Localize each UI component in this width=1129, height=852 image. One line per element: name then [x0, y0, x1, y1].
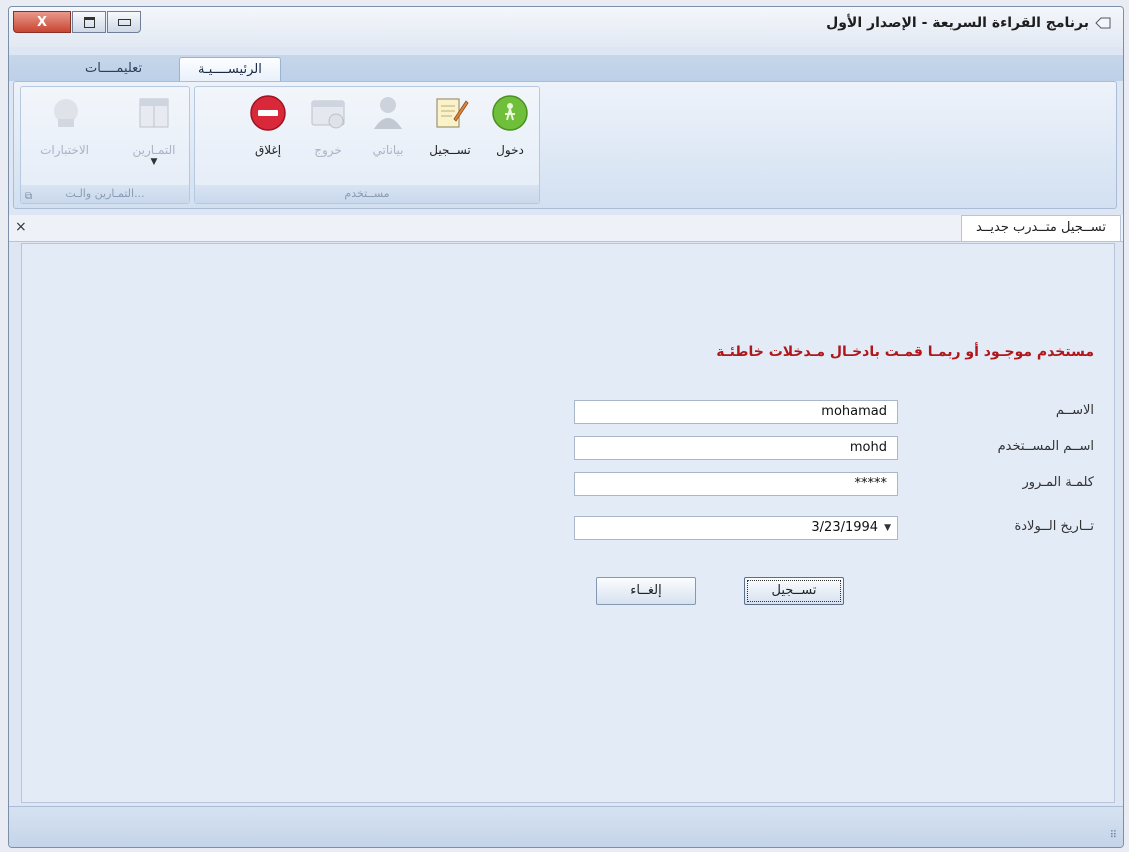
error-message: مستخدم موجـود أو ربمـا قمـت بادخـال مـدخ… — [716, 344, 1094, 360]
register-form-panel: مستخدم موجـود أو ربمـا قمـت بادخـال مـدخ… — [21, 243, 1115, 803]
minimize-icon — [117, 18, 131, 26]
chevron-down-icon: ▼ — [150, 157, 158, 167]
logout-button[interactable]: خروج — [305, 93, 351, 157]
tests-button[interactable]: الاختبارات — [40, 93, 89, 157]
username-label: اســم المســتخدم — [997, 439, 1094, 454]
tab-help[interactable]: تعليمــــات — [67, 57, 160, 81]
logout-icon — [311, 100, 345, 129]
username-row: اســم المســتخدم mohd — [574, 436, 1094, 462]
maximize-icon — [83, 16, 95, 28]
dialog-launcher-icon[interactable]: ⧉ — [25, 191, 32, 202]
tab-home[interactable]: الرئيســــيـة — [179, 57, 281, 82]
password-label: كلمـة المـرور — [1022, 475, 1094, 490]
window-title: برنامج القراءة السريعة - الإصدار الأول — [826, 15, 1111, 31]
user-profile-icon — [374, 97, 402, 129]
ribbon-group-user-label: مســتخدم — [195, 185, 539, 203]
ribbon: دخول تســجيل بياناتي خروج إغلاق مســتخدم… — [13, 81, 1117, 209]
ribbon-group-user: دخول تســجيل بياناتي خروج إغلاق مســتخدم — [194, 86, 540, 204]
login-button[interactable]: دخول — [487, 93, 533, 157]
window-minimize-button[interactable] — [107, 11, 141, 33]
register-button[interactable]: تســجيل — [427, 93, 473, 157]
ribbon-group-exercises-label: ...التمـارين والـت — [21, 185, 189, 203]
close-icon[interactable]: × — [15, 219, 27, 235]
app-logo-icon — [1095, 17, 1111, 29]
window-controls: X — [13, 11, 142, 33]
name-label: الاســم — [1055, 403, 1094, 418]
profile-button[interactable]: بياناتي — [365, 93, 411, 157]
tests-icon — [54, 99, 78, 127]
login-icon — [492, 95, 528, 131]
name-row: الاســم mohamad — [574, 400, 1094, 426]
ribbon-group-exercises: التمـارين ▼ الاختبارات ...التمـارين والـ… — [20, 86, 190, 204]
register-submit-button[interactable]: تســجيل — [744, 577, 844, 605]
status-bar: ⠿ — [9, 806, 1123, 847]
exercises-icon — [139, 98, 169, 128]
close-icon: X — [36, 14, 48, 30]
birthdate-picker[interactable]: 3/23/1994 ▼ — [574, 516, 898, 540]
chevron-down-icon[interactable]: ▼ — [884, 517, 891, 539]
birthdate-row: تــاريخ الــولادة 3/23/1994 ▼ — [574, 516, 1094, 542]
document-tab-strip: × تســجيل متــدرب جديــد — [9, 215, 1123, 242]
close-app-button[interactable]: إغلاق — [245, 93, 291, 157]
birthdate-label: تــاريخ الــولادة — [1014, 519, 1094, 534]
birthdate-value: 3/23/1994 — [811, 520, 879, 535]
ribbon-tab-bar: الرئيســــيـة تعليمــــات — [9, 55, 1123, 82]
resize-grip-icon[interactable]: ⠿ — [1110, 830, 1117, 841]
username-field[interactable]: mohd — [574, 436, 898, 460]
close-app-icon — [250, 95, 286, 131]
exercises-button[interactable]: التمـارين ▼ — [131, 93, 177, 167]
app-window: X برنامج القراءة السريعة - الإصدار الأول… — [8, 6, 1124, 848]
window-maximize-button[interactable] — [72, 11, 106, 33]
register-icon — [436, 98, 469, 128]
title-bar: X برنامج القراءة السريعة - الإصدار الأول — [9, 7, 1123, 47]
name-field[interactable]: mohamad — [574, 400, 898, 424]
password-field[interactable]: ***** — [574, 472, 898, 496]
cancel-button[interactable]: إلغــاء — [596, 577, 696, 605]
password-row: كلمـة المـرور ***** — [574, 472, 1094, 498]
tab-register-trainee[interactable]: تســجيل متــدرب جديــد — [960, 215, 1121, 241]
window-close-button[interactable]: X — [13, 11, 71, 33]
